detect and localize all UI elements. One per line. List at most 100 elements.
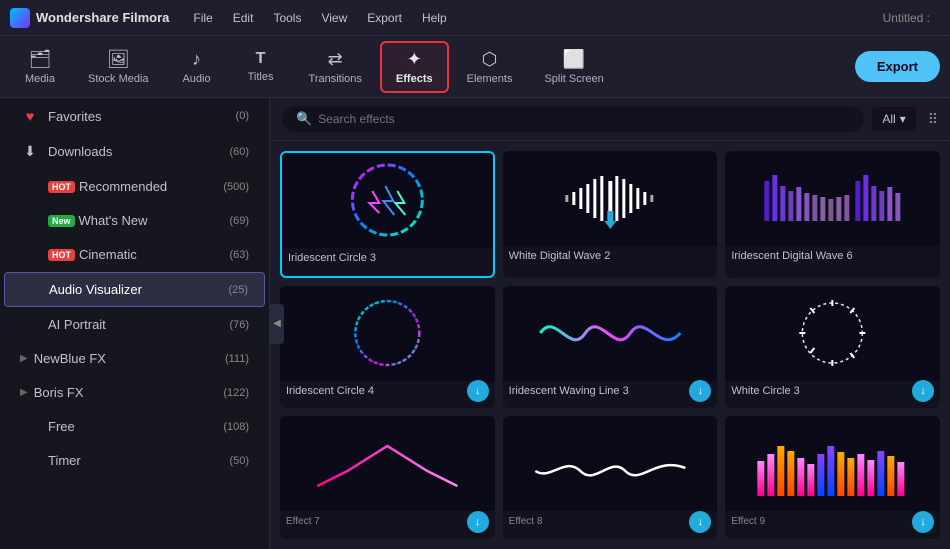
sidebar-item-recommended[interactable]: HOT Recommended (500) — [4, 170, 265, 203]
filter-chevron-icon: ▾ — [900, 112, 906, 126]
audio-icon: ♪ — [192, 49, 201, 70]
sidebar-cinematic-count: (63) — [229, 249, 249, 261]
download-button-4[interactable]: ↓ — [467, 380, 489, 402]
sidebar-item-cinematic[interactable]: HOT Cinematic (63) — [4, 238, 265, 271]
toolbar-titles[interactable]: T Titles — [231, 44, 291, 89]
boris-arrow-icon: ▶ — [20, 387, 28, 398]
sidebar-collapse-button[interactable]: ◀ — [270, 304, 284, 344]
sidebar-wrapper: ♥ Favorites (0) ⬇ Downloads (60) HOT Rec… — [0, 98, 270, 549]
sidebar-newblue-label: NewBlue FX — [34, 351, 221, 366]
app-logo-icon — [10, 8, 30, 28]
effects-grid: Iridescent Circle 3 — [270, 141, 950, 549]
download-button-5[interactable]: ↓ — [689, 380, 711, 402]
menu-help[interactable]: Help — [414, 7, 455, 29]
toolbar-split-screen[interactable]: ⬜ Split Screen — [530, 43, 617, 91]
main-layout: ♥ Favorites (0) ⬇ Downloads (60) HOT Rec… — [0, 98, 950, 549]
toolbar-effects[interactable]: ✦ Effects — [380, 41, 449, 93]
sidebar-timer-count: (50) — [229, 455, 249, 467]
sidebar-favorites-count: (0) — [236, 110, 249, 122]
effect-card-iridescent-waving-line-3[interactable]: ↓ Iridescent Waving Line 3 — [503, 286, 718, 409]
effect-preview-9 — [725, 416, 940, 511]
toolbar-split-label: Split Screen — [544, 73, 603, 85]
hot-badge-recommended: HOT — [48, 181, 75, 193]
sidebar-boris-count: (122) — [223, 387, 249, 399]
grid-view-icon[interactable]: ⠿ — [928, 111, 938, 128]
menu-file[interactable]: File — [185, 7, 220, 29]
sidebar-audio-visualizer-label: Audio Visualizer — [49, 282, 224, 297]
transitions-icon: ⇄ — [328, 49, 343, 70]
menu-bar: Wondershare Filmora File Edit Tools View… — [0, 0, 950, 36]
download-button-6[interactable]: ↓ — [912, 380, 934, 402]
effect-card-iridescent-digital-wave-6[interactable]: Iridescent Digital Wave 6 — [725, 151, 940, 278]
effect-card-8[interactable]: ↓ Effect 8 — [503, 416, 718, 539]
search-input-wrap: 🔍 — [282, 106, 864, 132]
toolbar-elements-label: Elements — [467, 73, 513, 85]
effect-preview-4 — [280, 286, 495, 381]
effect-name-4: Iridescent Circle 4 — [280, 380, 380, 402]
search-icon: 🔍 — [296, 111, 312, 127]
sidebar-item-free[interactable]: Free (108) — [4, 410, 265, 443]
sidebar-free-count: (108) — [223, 421, 249, 433]
sidebar-item-ai-portrait[interactable]: AI Portrait (76) — [4, 308, 265, 341]
effect-name-2: White Digital Wave 2 — [503, 245, 617, 267]
effect-name-8: Effect 8 — [503, 511, 549, 532]
toolbar-elements[interactable]: ⬡ Elements — [453, 43, 527, 91]
sidebar-item-boris-fx[interactable]: ▶ Boris FX (122) — [4, 376, 265, 409]
toolbar-titles-label: Titles — [248, 71, 274, 83]
effect-card-7[interactable]: ↓ Effect 7 — [280, 416, 495, 539]
sidebar: ♥ Favorites (0) ⬇ Downloads (60) HOT Rec… — [0, 98, 270, 549]
sidebar-whats-new-count: (69) — [229, 215, 249, 227]
effect-preview-2 — [503, 151, 718, 246]
downloads-icon: ⬇ — [20, 143, 40, 160]
app-name: Wondershare Filmora — [36, 10, 169, 25]
toolbar-transitions[interactable]: ⇄ Transitions — [295, 43, 376, 91]
toolbar-stock-media[interactable]: 🖼 Stock Media — [74, 43, 163, 91]
toolbar-effects-label: Effects — [396, 73, 433, 85]
effect-card-9[interactable]: ↓ Effect 9 — [725, 416, 940, 539]
sidebar-ai-portrait-count: (76) — [229, 319, 249, 331]
app-logo: Wondershare Filmora — [10, 8, 169, 28]
download-button-7[interactable]: ↓ — [467, 511, 489, 533]
menu-items: File Edit Tools View Export Help — [185, 7, 882, 29]
download-button-8[interactable]: ↓ — [689, 511, 711, 533]
menu-export[interactable]: Export — [359, 7, 410, 29]
stock-media-icon: 🖼 — [107, 49, 130, 70]
sidebar-item-newblue-fx[interactable]: ▶ NewBlue FX (111) — [4, 342, 265, 375]
effect-card-iridescent-circle-4[interactable]: ↓ Iridescent Circle 4 — [280, 286, 495, 409]
split-screen-icon: ⬜ — [563, 49, 585, 70]
effect-card-iridescent-circle-3[interactable]: Iridescent Circle 3 — [280, 151, 495, 278]
search-input[interactable] — [318, 112, 850, 126]
effect-name-9: Effect 9 — [725, 511, 771, 532]
sidebar-item-whats-new[interactable]: New What's New (69) — [4, 204, 265, 237]
sidebar-item-timer[interactable]: Timer (50) — [4, 444, 265, 477]
sidebar-newblue-count: (111) — [225, 353, 249, 365]
sidebar-item-audio-visualizer[interactable]: Audio Visualizer (25) — [4, 272, 265, 307]
sidebar-ai-portrait-label: AI Portrait — [48, 317, 225, 332]
effect-card-white-circle-3[interactable]: ↓ White Circle 3 — [725, 286, 940, 409]
effect-name-1: Iridescent Circle 3 — [282, 247, 382, 269]
sidebar-item-favorites[interactable]: ♥ Favorites (0) — [4, 99, 265, 133]
sidebar-recommended-count: (500) — [223, 181, 249, 193]
download-button-9[interactable]: ↓ — [912, 511, 934, 533]
export-button[interactable]: Export — [855, 51, 940, 82]
sidebar-recommended-label: Recommended — [79, 179, 219, 194]
effect-name-6: White Circle 3 — [725, 380, 805, 402]
toolbar-media[interactable]: 🗂 Media — [10, 43, 70, 91]
sidebar-item-downloads[interactable]: ⬇ Downloads (60) — [4, 134, 265, 169]
filter-dropdown[interactable]: All ▾ — [872, 107, 915, 131]
effect-name-3: Iridescent Digital Wave 6 — [725, 245, 858, 267]
toolbar-audio[interactable]: ♪ Audio — [167, 43, 227, 91]
hot-badge-cinematic: HOT — [48, 249, 75, 261]
sidebar-free-label: Free — [48, 419, 219, 434]
elements-icon: ⬡ — [482, 49, 498, 70]
newblue-arrow-icon: ▶ — [20, 353, 28, 364]
media-icon: 🗂 — [29, 49, 52, 70]
menu-edit[interactable]: Edit — [225, 7, 262, 29]
window-title: Untitled : — [883, 11, 930, 25]
effect-preview-3 — [725, 151, 940, 246]
effect-preview-5 — [503, 286, 718, 381]
menu-view[interactable]: View — [313, 7, 355, 29]
menu-tools[interactable]: Tools — [265, 7, 309, 29]
effect-card-white-digital-wave-2[interactable]: White Digital Wave 2 — [503, 151, 718, 278]
sidebar-audio-visualizer-count: (25) — [228, 284, 248, 296]
